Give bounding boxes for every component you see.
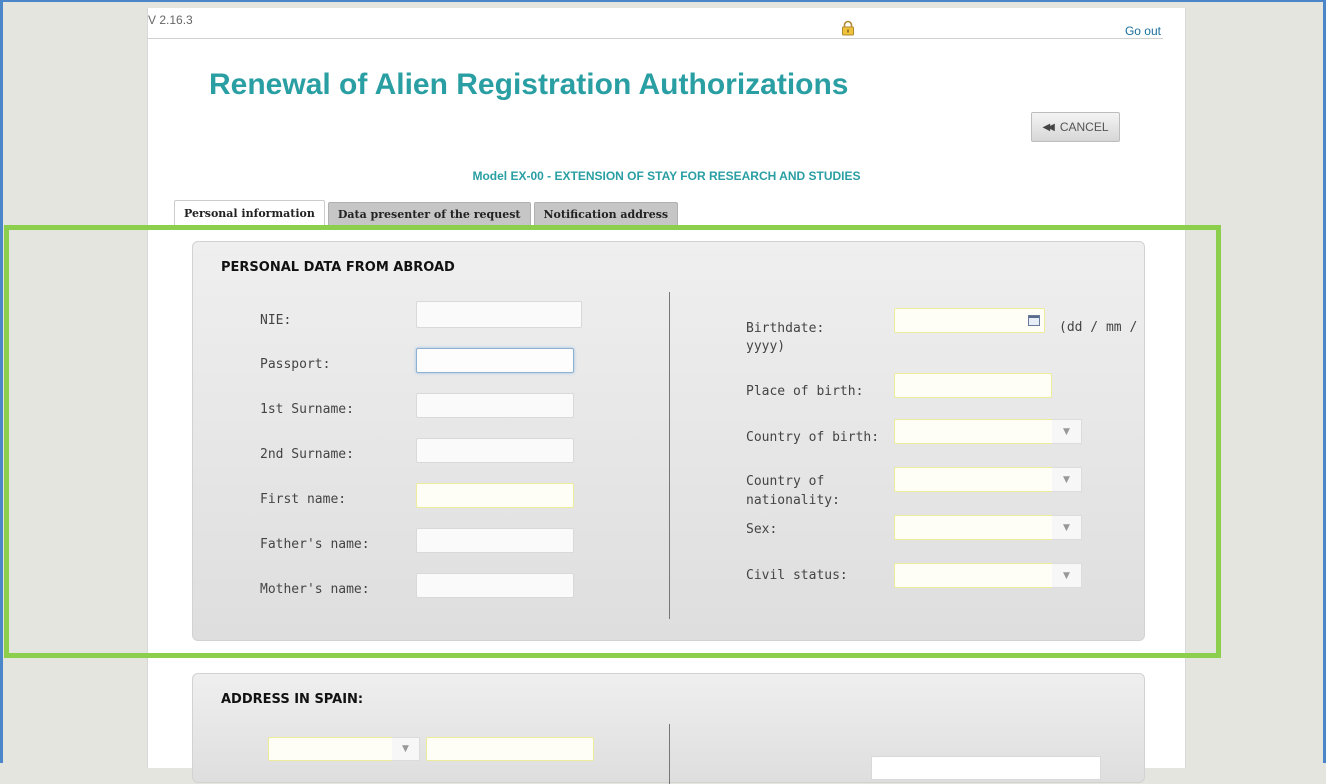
- double-chevron-left-icon: ◀◀: [1042, 121, 1055, 133]
- window-frame-top: [0, 0, 1326, 2]
- passport-label: Passport:: [260, 357, 331, 372]
- window-frame-left: [0, 0, 3, 763]
- page-title: Renewal of Alien Registration Authorizat…: [209, 68, 849, 101]
- sex-select[interactable]: [894, 515, 1052, 540]
- go-out-link[interactable]: Go out: [1125, 24, 1161, 38]
- country-of-nationality-dropdown-button[interactable]: ▼: [1052, 467, 1082, 492]
- birthdate-format-hint: (dd / mm /: [1059, 320, 1138, 335]
- form-page: V 2.16.3 Go out Renewal of Alien Registr…: [147, 8, 1186, 784]
- cancel-button[interactable]: ◀◀ CANCEL: [1031, 112, 1120, 142]
- fathers-name-label: Father's name:: [260, 537, 370, 552]
- personal-data-panel: PERSONAL DATA FROM ABROAD NIE: Passport:…: [192, 241, 1145, 641]
- chevron-down-icon: ▼: [1063, 570, 1070, 581]
- street-type-dropdown-button[interactable]: ▼: [392, 737, 420, 761]
- sex-dropdown-button[interactable]: ▼: [1052, 515, 1082, 540]
- sex-label: Sex:: [746, 522, 778, 537]
- birthdate-format-hint-year: yyyy): [746, 339, 786, 354]
- address-panel: ADDRESS IN SPAIN: ▼: [192, 673, 1145, 784]
- civil-status-dropdown-button[interactable]: ▼: [1052, 563, 1082, 588]
- second-surname-label: 2nd Surname:: [260, 447, 354, 462]
- lock-icon: [842, 20, 854, 36]
- place-of-birth-input[interactable]: [894, 373, 1052, 398]
- chevron-down-icon: ▼: [402, 744, 409, 754]
- birthdate-label: Birthdate:: [746, 321, 825, 336]
- first-name-label: First name:: [260, 492, 347, 507]
- form-model-subtitle: Model EX-00 - EXTENSION OF STAY FOR RESE…: [472, 169, 861, 183]
- country-of-nationality-select[interactable]: [894, 467, 1052, 492]
- header-divider: [148, 38, 1163, 39]
- country-of-birth-dropdown-button[interactable]: ▼: [1052, 419, 1082, 444]
- first-surname-input[interactable]: [416, 393, 574, 418]
- nie-input[interactable]: [416, 301, 582, 328]
- country-of-nationality-label: Country of: [746, 474, 825, 489]
- passport-input[interactable]: [416, 348, 574, 373]
- second-surname-input[interactable]: [416, 438, 574, 463]
- address-heading: ADDRESS IN SPAIN:: [221, 692, 364, 707]
- personal-data-heading: PERSONAL DATA FROM ABROAD: [221, 260, 455, 275]
- nie-label: NIE:: [260, 313, 292, 328]
- street-name-input[interactable]: [426, 737, 594, 761]
- chevron-down-icon: ▼: [1063, 474, 1070, 485]
- street-type-select[interactable]: [268, 737, 392, 761]
- column-divider: [669, 292, 670, 619]
- country-of-birth-select[interactable]: [894, 419, 1052, 444]
- chevron-down-icon: ▼: [1063, 522, 1070, 533]
- country-of-nationality-label-line2: nationality:: [746, 493, 840, 508]
- civil-status-select[interactable]: [894, 563, 1052, 588]
- mothers-name-label: Mother's name:: [260, 582, 370, 597]
- mothers-name-input[interactable]: [416, 573, 574, 598]
- chevron-down-icon: ▼: [1063, 426, 1070, 437]
- place-of-birth-label: Place of birth:: [746, 384, 864, 399]
- cancel-button-label: CANCEL: [1059, 120, 1109, 134]
- civil-status-label: Civil status:: [746, 568, 848, 583]
- calendar-icon[interactable]: [1028, 315, 1040, 326]
- column-divider: [669, 724, 670, 784]
- country-of-birth-label: Country of birth:: [746, 430, 880, 445]
- fathers-name-input[interactable]: [416, 528, 574, 553]
- first-surname-label: 1st Surname:: [260, 402, 354, 417]
- tab-notification-address[interactable]: Notification address: [533, 202, 679, 225]
- tab-personal-information[interactable]: Personal information: [174, 200, 325, 225]
- version-label: V 2.16.3: [148, 13, 193, 27]
- tab-bar: Personal information Data presenter of t…: [174, 200, 679, 225]
- tab-baseline: [168, 225, 1163, 226]
- address-right-input[interactable]: [871, 756, 1101, 780]
- tab-data-presenter[interactable]: Data presenter of the request: [327, 202, 531, 225]
- first-name-input[interactable]: [416, 483, 574, 508]
- birthdate-input[interactable]: [894, 308, 1045, 333]
